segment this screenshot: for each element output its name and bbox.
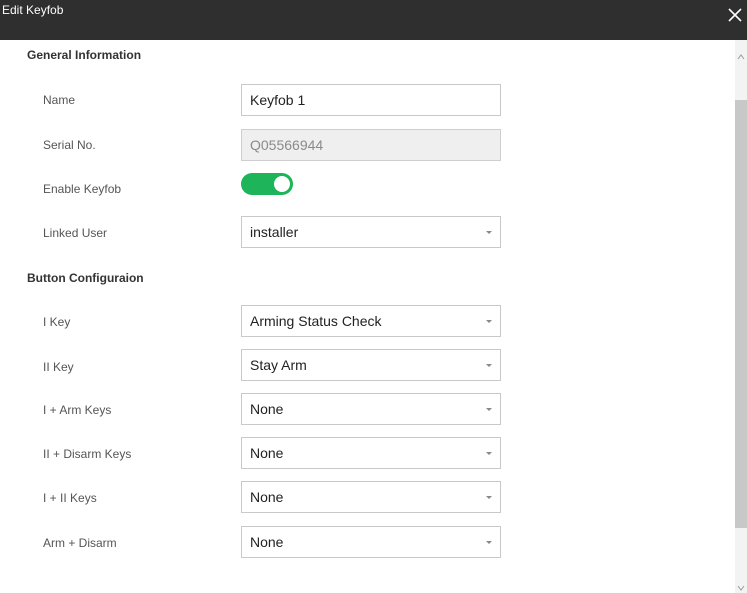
chevron-down-icon bbox=[486, 541, 492, 544]
ii-key-value: Stay Arm bbox=[250, 357, 307, 373]
enable-keyfob-toggle[interactable] bbox=[241, 173, 293, 195]
chevron-down-icon bbox=[486, 364, 492, 367]
ii-disarm-keys-value: None bbox=[250, 445, 284, 461]
chevron-down-icon bbox=[486, 320, 492, 323]
chevron-down-icon bbox=[486, 496, 492, 499]
scrollbar-thumb[interactable] bbox=[735, 100, 747, 528]
arm-disarm-label: Arm + Disarm bbox=[43, 536, 117, 550]
ii-key-label: II Key bbox=[43, 360, 74, 374]
serial-field: Q05566944 bbox=[241, 129, 501, 161]
ii-disarm-keys-label: II + Disarm Keys bbox=[43, 447, 132, 461]
section-buttons-title: Button Configuraion bbox=[27, 271, 144, 285]
i-ii-keys-label: I + II Keys bbox=[43, 491, 97, 505]
close-icon[interactable] bbox=[727, 7, 743, 23]
enable-keyfob-label: Enable Keyfob bbox=[43, 182, 122, 196]
chevron-down-icon[interactable] bbox=[737, 584, 745, 592]
i-key-select[interactable]: Arming Status Check bbox=[241, 305, 501, 337]
i-arm-keys-label: I + Arm Keys bbox=[43, 403, 112, 417]
name-input[interactable]: Keyfob 1 bbox=[241, 84, 501, 116]
toggle-knob bbox=[274, 176, 290, 192]
linked-user-label: Linked User bbox=[43, 226, 108, 240]
arm-disarm-value: None bbox=[250, 534, 284, 550]
chevron-down-icon bbox=[486, 408, 492, 411]
name-label: Name bbox=[43, 93, 76, 107]
i-ii-keys-value: None bbox=[250, 489, 284, 505]
chevron-up-icon[interactable] bbox=[737, 53, 745, 61]
arm-disarm-select[interactable]: None bbox=[241, 526, 501, 558]
chevron-down-icon bbox=[486, 452, 492, 455]
i-arm-keys-select[interactable]: None bbox=[241, 393, 501, 425]
section-general-title: General Information bbox=[27, 48, 142, 62]
ii-key-select[interactable]: Stay Arm bbox=[241, 349, 501, 381]
i-key-label: I Key bbox=[43, 315, 71, 329]
i-key-value: Arming Status Check bbox=[250, 313, 382, 329]
linked-user-select[interactable]: installer bbox=[241, 216, 501, 248]
serial-label: Serial No. bbox=[43, 138, 96, 152]
linked-user-value: installer bbox=[250, 224, 299, 240]
ii-disarm-keys-select[interactable]: None bbox=[241, 437, 501, 469]
i-ii-keys-select[interactable]: None bbox=[241, 481, 501, 513]
i-arm-keys-value: None bbox=[250, 401, 284, 417]
dialog-titlebar: Edit Keyfob bbox=[0, 0, 747, 40]
chevron-down-icon bbox=[486, 231, 492, 234]
dialog-title: Edit Keyfob bbox=[2, 3, 64, 17]
